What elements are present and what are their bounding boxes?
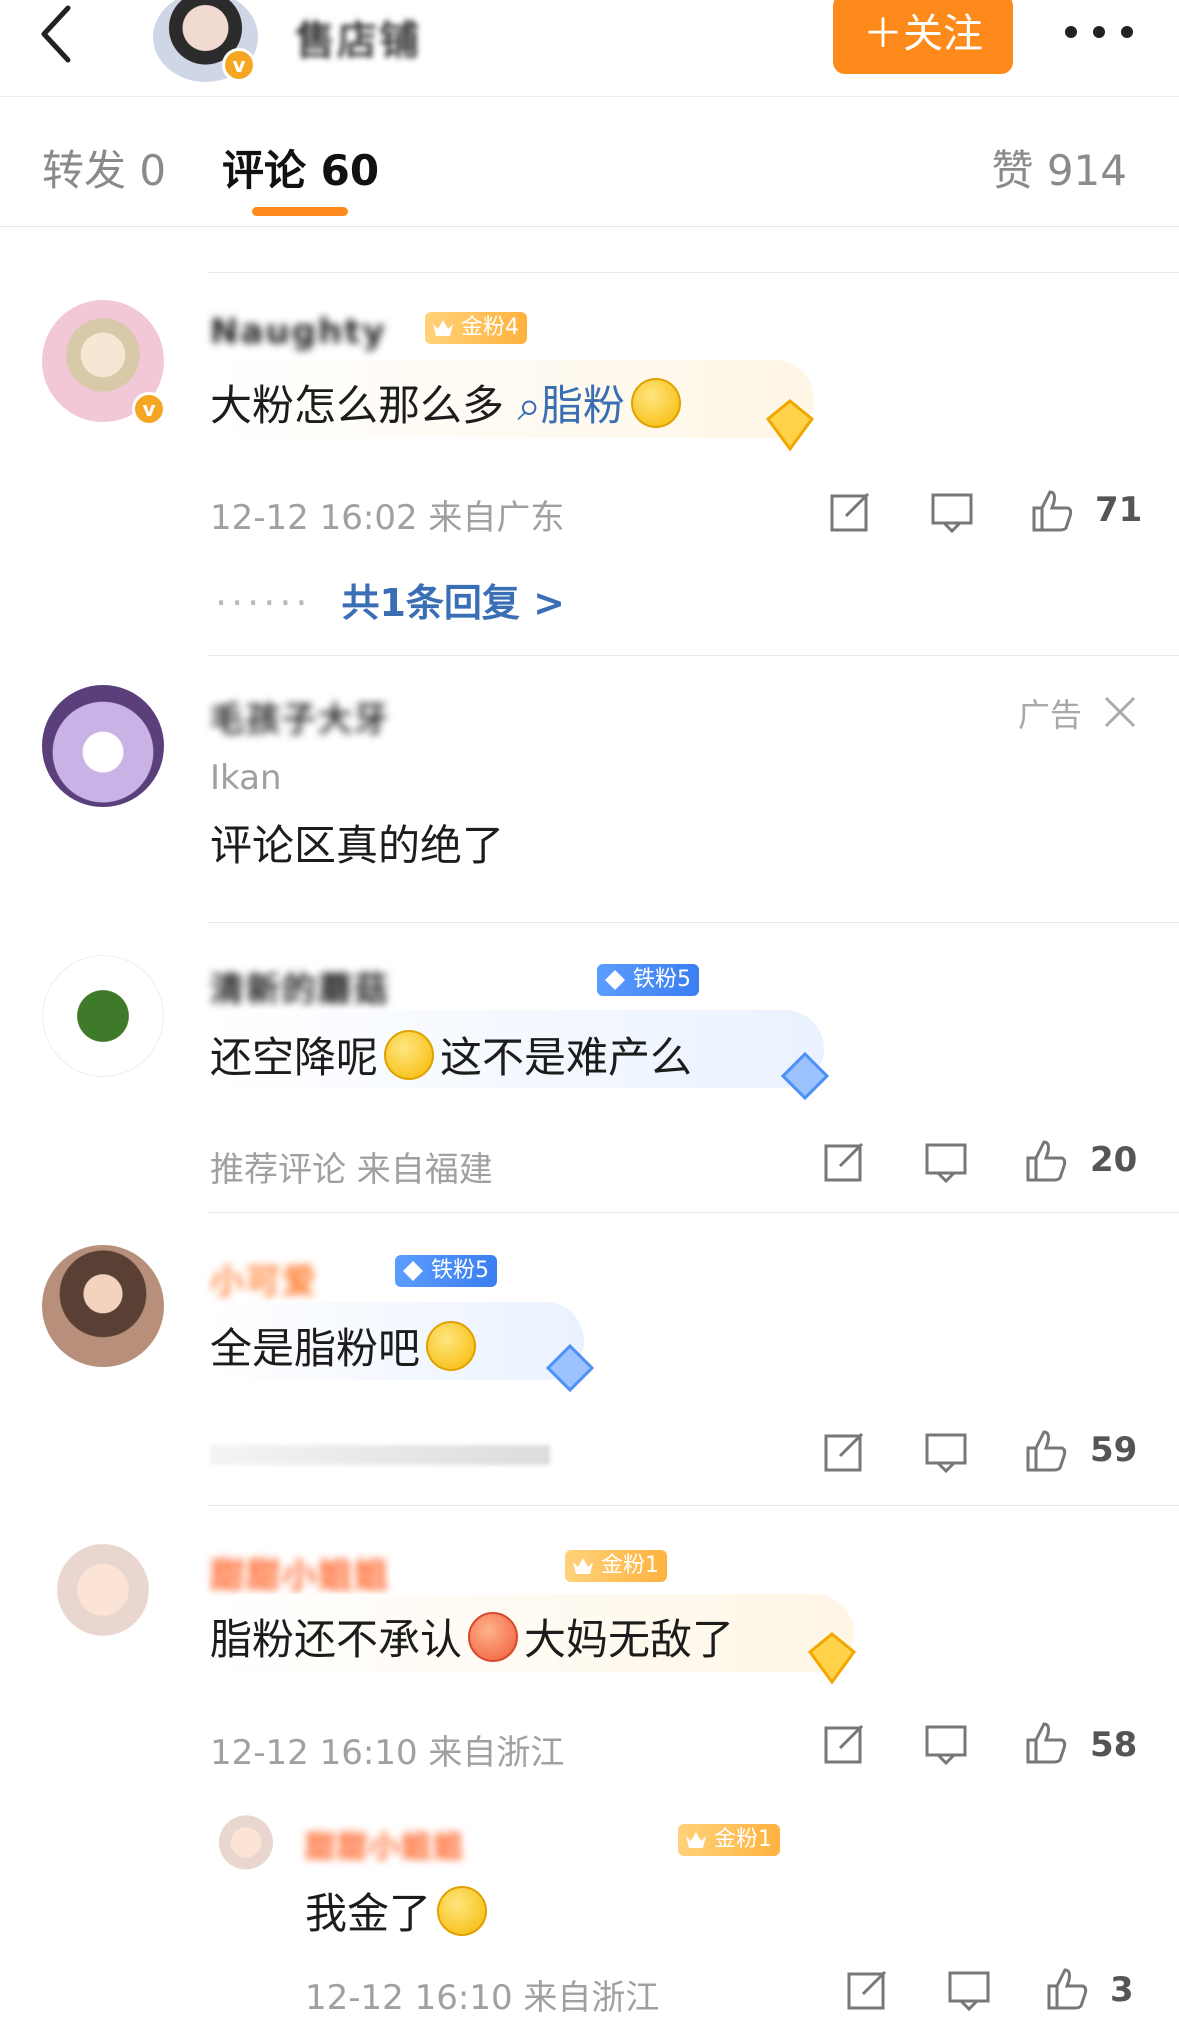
search-link[interactable]: ⌕脂粉 [504, 381, 625, 430]
fan-badge-label: 铁粉5 [431, 1258, 489, 1283]
tab-like[interactable]: 赞 914 [991, 137, 1127, 198]
comment-icon[interactable] [924, 1430, 968, 1474]
reply-text: 我金了 [305, 1880, 493, 1941]
grinning-emoji-icon [468, 1612, 519, 1662]
view-replies-link[interactable]: ······ 共1条回复 > [215, 572, 565, 627]
diamond-icon [605, 970, 625, 990]
fan-badge: 铁粉5 [395, 1255, 497, 1287]
share-icon[interactable] [822, 1722, 866, 1766]
avatar[interactable] [42, 1245, 164, 1367]
comment-text-part: 还空降呢 [210, 1033, 379, 1082]
tab-comment[interactable]: 评论 60 [222, 137, 379, 198]
search-term[interactable]: 脂粉 [541, 381, 625, 430]
fan-badge-label: 金粉4 [461, 315, 519, 340]
comment-username[interactable]: 小可爱 [210, 1254, 318, 1303]
avatar[interactable] [42, 955, 164, 1077]
reply-username[interactable]: 甜甜小姐姐 [305, 1822, 465, 1866]
comment-username[interactable]: Naughty [210, 312, 387, 352]
more-options-icon[interactable] [1065, 10, 1145, 50]
divider [208, 1505, 1179, 1506]
like-count: 58 [1090, 1725, 1138, 1765]
diamond-icon [403, 1261, 423, 1281]
comment-text-part: 这不是难产么 [440, 1033, 693, 1082]
gold-gem-icon [807, 1632, 857, 1685]
share-icon[interactable] [828, 490, 872, 534]
share-icon[interactable] [845, 1968, 889, 2012]
crown-icon [686, 1832, 706, 1848]
comment-text: 评论区真的绝了 [210, 821, 505, 870]
comment-icon[interactable] [924, 1722, 968, 1766]
like-thumb-icon[interactable] [1030, 488, 1074, 532]
crown-icon [433, 320, 453, 336]
comment-meta: 推荐评论 来自福建 [210, 1150, 493, 1190]
tab-repost[interactable]: 转发 0 [42, 137, 166, 198]
divider [208, 655, 1179, 656]
fan-badge-label: 铁粉5 [633, 967, 691, 992]
comment-username[interactable]: 清新的蘑菇 [210, 962, 390, 1011]
reply-meta: 12-12 16:10 来自浙江 [305, 1978, 660, 2018]
laughing-emoji-icon [426, 1321, 477, 1371]
comment-icon[interactable] [924, 1140, 968, 1184]
divider [208, 922, 1179, 923]
fan-badge-label: 金粉1 [714, 1827, 772, 1852]
comment-text: 还空降呢 这不是难产么 [210, 1024, 692, 1085]
like-count: 20 [1090, 1140, 1138, 1180]
smirk-emoji-icon [630, 378, 681, 428]
author-name[interactable]: 售店铺 [295, 8, 421, 66]
crown-icon [573, 1558, 593, 1574]
blue-gem-icon [780, 1051, 830, 1101]
fan-badge-label: 金粉1 [601, 1553, 659, 1578]
comment-text: 大粉怎么那么多 ⌕脂粉 [210, 372, 687, 433]
tab-bar: 转发 0 评论 60 赞 914 [0, 97, 1179, 227]
like-count: 59 [1090, 1430, 1138, 1470]
like-thumb-icon[interactable] [1045, 1966, 1089, 2010]
like-thumb-icon[interactable] [1024, 1428, 1068, 1472]
thinking-emoji-icon [437, 1886, 488, 1936]
share-icon[interactable] [822, 1140, 866, 1184]
comment-text-part: 脂粉还不承认 [210, 1615, 463, 1664]
ad-subtitle: Ikan [210, 758, 282, 798]
fan-badge: 金粉1 [565, 1550, 667, 1582]
like-count: 3 [1110, 1970, 1134, 2010]
comment-icon[interactable] [930, 490, 974, 534]
avatar[interactable] [42, 685, 164, 807]
fan-badge: 金粉4 [425, 312, 527, 344]
reply-avatar[interactable] [210, 1810, 282, 1882]
comment-meta: 12-12 16:02 来自广东 [210, 498, 565, 538]
follow-button[interactable]: ＋关注 [833, 0, 1013, 74]
comment-text-part: 全是脂粉吧 [210, 1324, 421, 1373]
divider [208, 1212, 1179, 1213]
comment-meta: 12-12 16:10 来自浙江 [210, 1733, 565, 1773]
ad-label: 广告 [1018, 696, 1083, 734]
comment-text: 全是脂粉吧 [210, 1315, 482, 1376]
like-thumb-icon[interactable] [1024, 1720, 1068, 1764]
comment-username[interactable]: 甜甜小姐姐 [210, 1548, 390, 1597]
fan-badge: 铁粉5 [597, 964, 699, 996]
divider [208, 272, 1179, 273]
back-arrow-icon[interactable] [30, 0, 90, 70]
blurred-meta [210, 1445, 550, 1465]
reply-dots: ······ [215, 581, 312, 625]
share-icon[interactable] [822, 1430, 866, 1474]
avatar[interactable] [42, 1535, 164, 1657]
tab-active-indicator [252, 207, 348, 216]
blue-gem-icon [545, 1343, 595, 1393]
like-thumb-icon[interactable] [1024, 1138, 1068, 1182]
verified-icon: v [132, 392, 166, 426]
verified-icon: v [222, 48, 256, 82]
comment-text-part: 大粉怎么那么多 [210, 381, 505, 430]
crying-emoji-icon [384, 1030, 435, 1080]
fan-badge: 金粉1 [678, 1824, 780, 1856]
like-count: 71 [1095, 490, 1143, 530]
comment-text: 脂粉还不承认 大妈无敌了 [210, 1606, 734, 1667]
replies-label[interactable]: 共1条回复 > [341, 581, 565, 625]
reply-text-part: 我金了 [305, 1889, 432, 1938]
comment-icon[interactable] [947, 1968, 991, 2012]
gold-gem-icon [765, 399, 815, 452]
comment-text-part: 大妈无敌了 [524, 1615, 735, 1664]
comment-username[interactable]: 毛孩子大牙 [210, 692, 390, 741]
post-header: v 售店铺 ＋关注 [0, 0, 1179, 97]
close-icon[interactable] [1098, 690, 1142, 734]
